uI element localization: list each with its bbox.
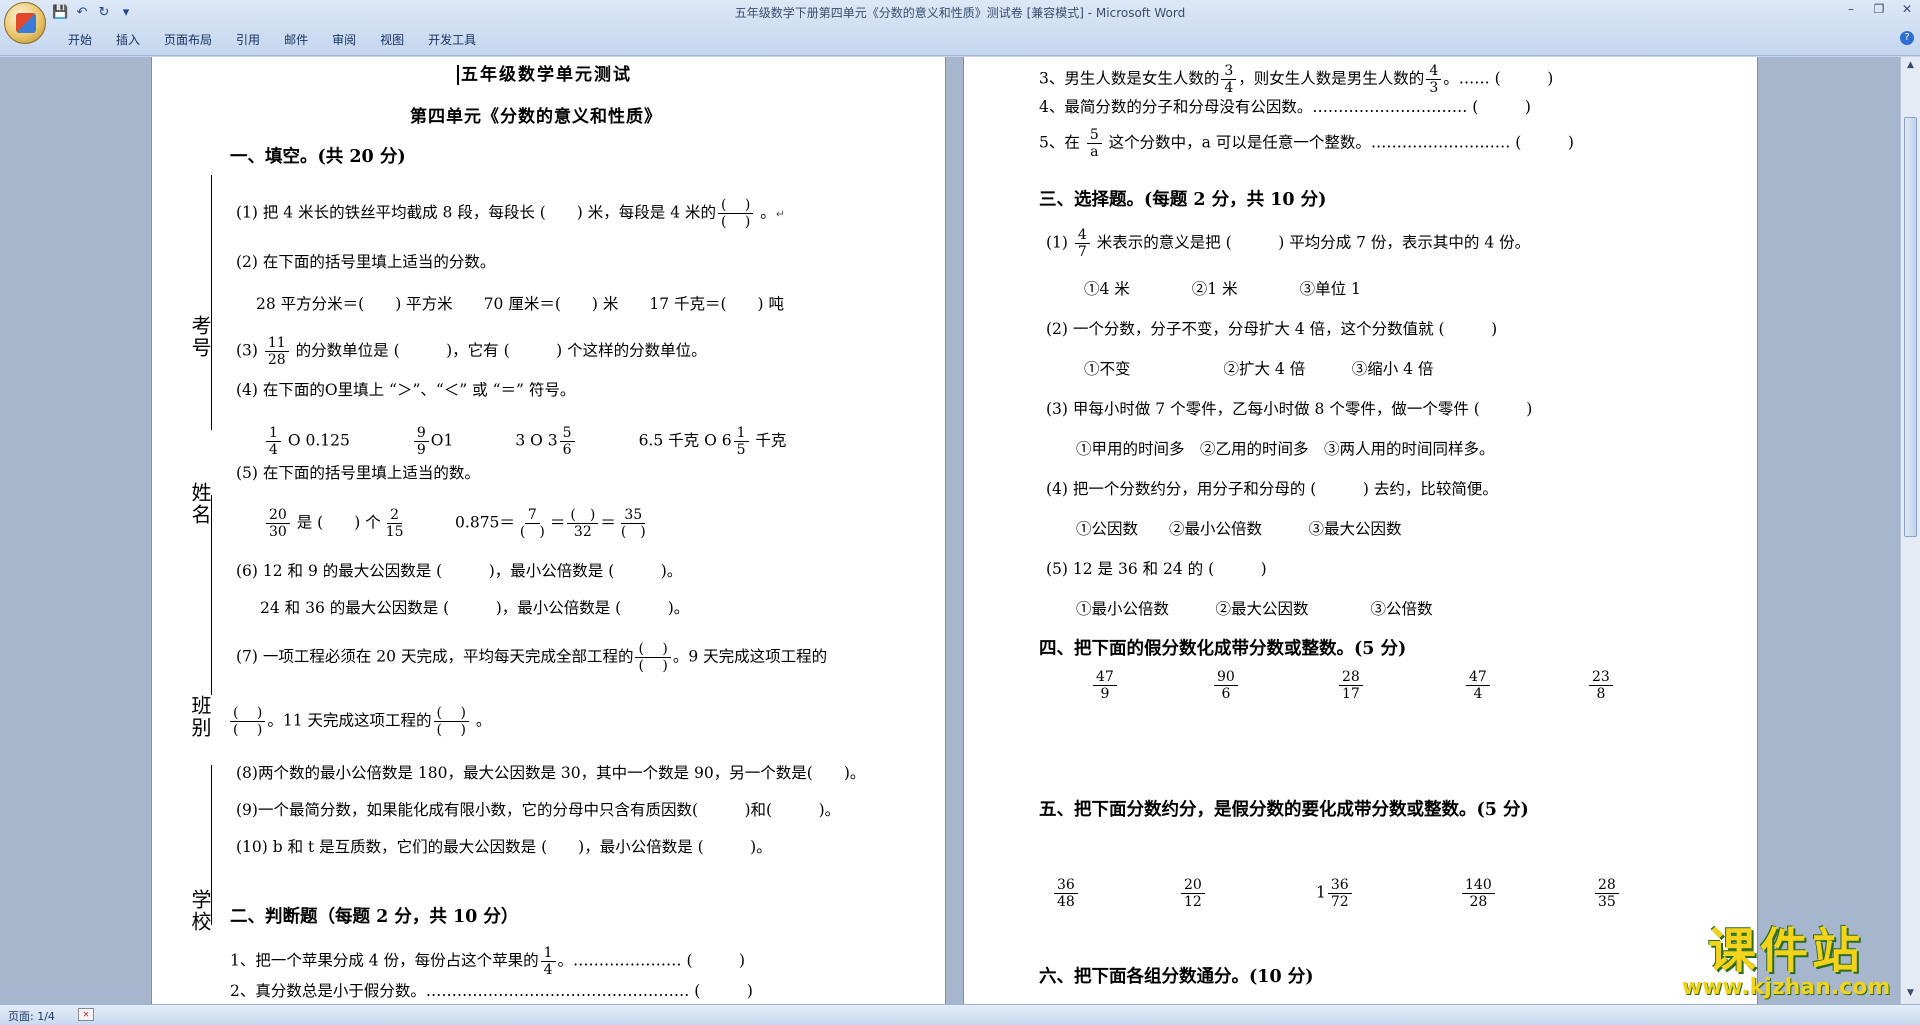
watermark-logo: 课件站 www.kjzhan.com xyxy=(1670,925,1902,1003)
section-6-heading: 六、把下面各组分数通分。(10 分) xyxy=(1039,967,1314,987)
section-3-heading: 三、选择题。(每题 2 分，共 10 分) xyxy=(1039,190,1327,210)
tab-developer[interactable]: 开发工具 xyxy=(416,30,488,50)
vertical-scrollbar[interactable]: ▲ ▼ xyxy=(1900,57,1920,1004)
student-name-label: 姓名 xyxy=(188,482,212,526)
scroll-up-icon[interactable]: ▲ xyxy=(1904,59,1917,72)
question-1: (1) 把 4 米长的铁丝平均截成 8 段，每段长 ( ) 米，每段是 4 米的… xyxy=(236,197,786,230)
minimize-icon[interactable]: – xyxy=(1844,2,1858,16)
class-label: 班别 xyxy=(188,695,212,739)
ribbon-tabs: 开始 插入 页面布局 引用 邮件 审阅 视图 开发工具 xyxy=(56,30,488,50)
judge-4: 4、最简分数的分子和分母没有公因数。………………………… ( ) xyxy=(1039,98,1531,116)
question-2-items: 28 平方分米＝( ) 平方米 70 厘米＝( ) 米 17 千克＝( ) 吨 xyxy=(256,295,785,313)
question-6a: (6) 12 和 9 的最大公因数是 ( )，最小公倍数是 ( )。 xyxy=(236,562,683,580)
tab-home[interactable]: 开始 xyxy=(56,30,104,50)
question-7: (7) 一项工程必须在 20 天完成，平均每天完成全部工程的( )( ) 。9 天… xyxy=(236,641,828,674)
title-bar: 💾 ↶ ↻ ▾ 五年级数学下册第四单元《分数的意义和性质》测试卷 [兼容模式] … xyxy=(0,0,1920,56)
choice-3: (3) 甲每小时做 7 个零件，乙每小时做 8 个零件，做一个零件 ( ) xyxy=(1046,400,1533,418)
judge-1: 1、把一个苹果分成 4 份，每份占这个苹果的 1 4。………………… ( ) xyxy=(230,945,746,978)
choice-3-options: ①甲用的时间多 ②乙用的时间多 ③两人用的时间同样多。 xyxy=(1076,440,1495,458)
tab-mailings[interactable]: 邮件 xyxy=(272,30,320,50)
question-7-cont: ( )( ) 。11 天完成这项工程的( )( ) 。 xyxy=(228,705,491,738)
question-8: (8)两个数的最小公倍数是 180，最大公因数是 30，其中一个数是 90，另一… xyxy=(236,764,866,782)
document-area: 五年级数学单元测试 第四单元《分数的意义和性质》 一、填空。(共 20 分) 考… xyxy=(0,57,1900,1004)
question-6b: 24 和 36 的最大公因数是 ( )，最小公倍数是 ( )。 xyxy=(260,599,690,617)
window-controls: – ❐ ✕ xyxy=(1844,2,1914,16)
reduce-fraction-3: 1 36 72 xyxy=(1316,877,1354,910)
choice-2-options: ①不变 ②扩大 4 倍 ③缩小 4 倍 xyxy=(1084,360,1434,378)
question-9: (9)一个最简分数，如果能化成有限小数，它的分母中只含有质因数( )和( )。 xyxy=(236,801,841,819)
help-icon[interactable]: ? xyxy=(1900,31,1914,45)
scrollbar-thumb[interactable] xyxy=(1904,117,1917,537)
question-2: (2) 在下面的括号里填上适当的分数。 xyxy=(236,253,496,271)
proofing-icon[interactable]: ✕ xyxy=(78,1008,94,1021)
question-4-items: 14 O 0.125 9 9 O1 3 O 356 6.5 千克 O 615 千克 xyxy=(264,425,786,458)
tab-references[interactable]: 引用 xyxy=(224,30,272,50)
school-label: 学校 xyxy=(188,889,212,933)
reduce-fraction-5: 28 35 xyxy=(1593,877,1621,910)
document-page-2[interactable]: 3、男生人数是女生人数的 3 4 ，则女生人数是男生人数的 4 3。…… ( ) 4、最简… xyxy=(963,57,1758,1004)
choice-2: (2) 一个分数，分子不变，分母扩大 4 倍，这个分数值就 ( ) xyxy=(1046,320,1498,338)
improper-fraction-3: 28 17 xyxy=(1337,669,1365,702)
judge-2: 2、真分数总是小于假分数。…………………………………………… ( ) xyxy=(230,982,753,1000)
student-id-label: 考号 xyxy=(188,315,212,359)
tab-page-layout[interactable]: 页面布局 xyxy=(152,30,224,50)
close-icon[interactable]: ✕ xyxy=(1900,2,1914,16)
section-2-heading: 二、判断题（每题 2 分，共 10 分） xyxy=(230,907,519,927)
page-title: 五年级数学单元测试 xyxy=(457,65,632,85)
window-title: 五年级数学下册第四单元《分数的意义和性质》测试卷 [兼容模式] - Micros… xyxy=(734,6,1186,20)
choice-5-options: ①最小公倍数 ②最大公因数 ③公倍数 xyxy=(1076,600,1433,618)
section-4-heading: 四、把下面的假分数化成带分数或整数。(5 分) xyxy=(1039,639,1407,659)
binding-line xyxy=(211,175,212,430)
improper-fraction-4: 47 4 xyxy=(1464,669,1492,702)
choice-1: (1) 47 米表示的意义是把 ( ) 平均分成 7 份，表示其中的 4 份。 xyxy=(1046,227,1531,260)
tab-insert[interactable]: 插入 xyxy=(104,30,152,50)
judge-5: 5、在 5a 这个分数中，a 可以是任意一个整数。……………………… ( ) xyxy=(1039,127,1574,160)
choice-1-options: ①4 米 ②1 米 ③单位 1 xyxy=(1084,280,1361,298)
document-page-1[interactable]: 五年级数学单元测试 第四单元《分数的意义和性质》 一、填空。(共 20 分) 考… xyxy=(151,57,946,1004)
page-count[interactable]: 页面: 1/4 xyxy=(8,1008,55,1024)
question-5-items: 20 30 是 ( ) 个 2 15 0.875＝ 7( ) ＝( ) 32 ＝ 35( ) xyxy=(264,507,651,540)
watermark-text: 课件站 xyxy=(1707,923,1864,979)
status-bar: 页面: 1/4 ✕ xyxy=(0,1004,1920,1025)
choice-4: (4) 把一个分数约分，用分子和分母的 ( ) 去约，比较简便。 xyxy=(1046,480,1498,498)
improper-fraction-1: 47 9 xyxy=(1091,669,1119,702)
judge-3: 3、男生人数是女生人数的 3 4 ，则女生人数是男生人数的 4 3。…… ( ) xyxy=(1039,63,1554,96)
choice-4-options: ①公因数 ②最小公倍数 ③最大公因数 xyxy=(1076,520,1402,538)
reduce-fraction-4: 140 28 xyxy=(1460,877,1497,910)
scroll-down-icon[interactable]: ▼ xyxy=(1904,987,1917,1000)
improper-fraction-2: 90 6 xyxy=(1212,669,1240,702)
reduce-fraction-2: 20 12 xyxy=(1179,877,1207,910)
reduce-fraction-1: 36 48 xyxy=(1052,877,1080,910)
restore-icon[interactable]: ❐ xyxy=(1872,2,1886,16)
question-3: (3) 11 28 的分数单位是 ( )，它有 ( ) 个这样的分数单位。 xyxy=(236,335,707,368)
improper-fraction-5: 23 8 xyxy=(1587,669,1615,702)
tab-review[interactable]: 审阅 xyxy=(320,30,368,50)
question-4: (4) 在下面的O里填上 “＞”、“＜” 或 “＝” 符号。 xyxy=(236,381,576,399)
section-5-heading: 五、把下面分数约分，是假分数的要化成带分数或整数。(5 分) xyxy=(1039,800,1529,820)
tab-view[interactable]: 视图 xyxy=(368,30,416,50)
section-1-heading: 一、填空。(共 20 分) xyxy=(230,147,406,167)
choice-5: (5) 12 是 36 和 24 的 ( ) xyxy=(1046,560,1267,578)
watermark-url: www.kjzhan.com xyxy=(1681,975,1891,1000)
question-10: (10) b 和 t 是互质数，它们的最大公因数是 ( )，最小公倍数是 ( )… xyxy=(236,838,772,856)
question-5: (5) 在下面的括号里填上适当的数。 xyxy=(236,464,480,482)
page-subtitle: 第四单元《分数的意义和性质》 xyxy=(410,107,662,127)
